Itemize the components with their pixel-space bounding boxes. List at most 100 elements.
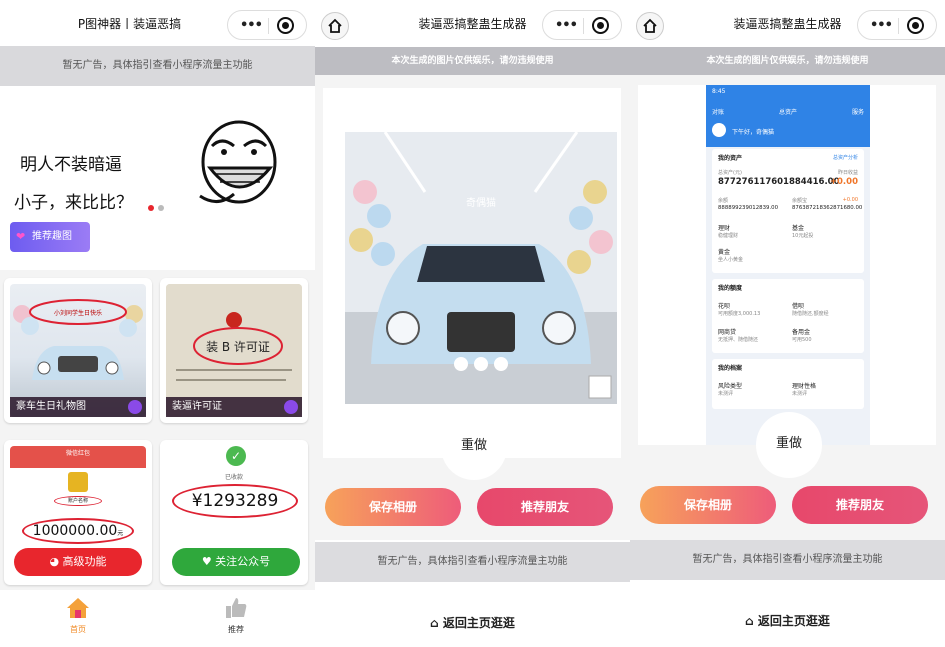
- more-icon[interactable]: •••: [555, 18, 578, 33]
- back-home-link[interactable]: ⌂ 返回主页逛逛: [315, 614, 630, 631]
- close-miniprogram-icon[interactable]: [907, 17, 924, 34]
- huabei-sub: 可用额度3,000.13: [718, 311, 761, 317]
- yesterday-label: 昨日收益: [837, 170, 858, 176]
- edit-icon[interactable]: [128, 400, 142, 414]
- generated-assets-screenshot: 8:45 对账 总资产 服务 下午好，奇偶猫 我的资产 总资产分析 总资产(元)…: [706, 85, 870, 445]
- tab-recommend[interactable]: 推荐: [206, 596, 266, 635]
- capsule-divider: [898, 18, 899, 34]
- check-icon: ✓: [226, 446, 246, 466]
- bottom-tab-bar: 首页 推荐: [0, 592, 315, 647]
- online-loan-sub: 无抵押、随借随还: [718, 337, 759, 343]
- close-miniprogram-icon[interactable]: [277, 17, 294, 34]
- save-to-album-button[interactable]: 保存相册: [640, 486, 776, 524]
- template-card-luxury-car[interactable]: 小刘同学生日快乐 豪车生日礼物图: [4, 278, 152, 423]
- car-photo: 奇偶猫: [345, 132, 617, 404]
- thumbs-up-icon: [226, 598, 247, 618]
- fund-label: 基金: [792, 225, 805, 232]
- template-card-license[interactable]: 装 B 许可证 装逼许可证: [160, 278, 308, 423]
- power-icon: ◕: [49, 555, 63, 568]
- asset-analysis-link: 总资产分析: [832, 155, 858, 161]
- ad-placeholder: 暂无广告，具体指引查看小程序流量主功能: [315, 542, 630, 582]
- mini-program-capsule[interactable]: •••: [227, 10, 307, 40]
- more-icon[interactable]: •••: [870, 18, 893, 33]
- profile-section-title: 我的档案: [718, 365, 743, 372]
- redo-button[interactable]: 重做: [756, 412, 822, 478]
- tab-recommend-label: 推荐: [228, 625, 244, 634]
- total-label: 总资产(元): [718, 170, 742, 176]
- recommend-label: 推荐趣图: [32, 231, 72, 242]
- recommend-friends-button[interactable]: 推荐朋友: [477, 488, 613, 526]
- mini-program-capsule[interactable]: •••: [857, 10, 937, 40]
- huabei-label: 花呗: [718, 303, 731, 310]
- car-result-screen: 装逼恶搞整蛊生成器 ••• 本次生成的图片仅供娱乐，请勿违规使用 奇偶猫 重做 …: [315, 0, 630, 647]
- avatar: [68, 472, 88, 492]
- heart-icon: ♥: [201, 555, 216, 568]
- carousel-dots[interactable]: [148, 196, 168, 215]
- top-bar: P图神器丨装逼恶搞 •••: [0, 0, 315, 48]
- close-miniprogram-icon[interactable]: [592, 17, 609, 34]
- assets-box: 我的资产 总资产分析 总资产(元) 昨日收益 87727611760188441…: [712, 149, 864, 273]
- tab-home-label: 首页: [70, 625, 86, 634]
- back-home-link[interactable]: ⌂ 返回主页逛逛: [630, 612, 945, 629]
- quota-section-title: 我的额度: [718, 285, 743, 292]
- heart-icon: ❤: [16, 230, 26, 243]
- spare-fund-sub: 可用500: [792, 337, 812, 343]
- license-image: 装 B 许可证: [166, 284, 302, 414]
- online-loan-label: 网商贷: [718, 329, 737, 336]
- payment-amount: ¥1293289: [172, 484, 298, 518]
- balance-label: 余额: [718, 198, 729, 204]
- save-to-album-button[interactable]: 保存相册: [325, 488, 461, 526]
- preference-label: 理财性格: [792, 383, 817, 390]
- home-outline-icon: ⌂: [745, 614, 758, 628]
- risk-label: 风险类型: [718, 383, 743, 390]
- status-time: 8:45: [712, 88, 726, 95]
- risk-sub: 未测评: [718, 391, 734, 397]
- home-outline-icon: ⌂: [430, 616, 443, 630]
- tab-home[interactable]: 首页: [48, 596, 108, 635]
- red-packet-header: 微信红包: [10, 446, 146, 468]
- home-screen: P图神器丨装逼恶搞 ••• 暂无广告，具体指引查看小程序流量主功能 明人不装暗逼…: [0, 0, 315, 647]
- wealth-label: 理财: [718, 225, 731, 232]
- mini-program-capsule[interactable]: •••: [542, 10, 622, 40]
- yuebao-gain: +0.00: [842, 197, 858, 203]
- screenshot-help: 服务: [851, 109, 864, 116]
- preference-sub: 未测评: [792, 391, 808, 397]
- assets-result-screen: 装逼恶搞整蛊生成器 ••• 本次生成的图片仅供娱乐，请勿违规使用 8:45 对账…: [630, 0, 945, 647]
- redo-button[interactable]: 重做: [441, 414, 507, 480]
- hero-banner[interactable]: 明人不装暗逼 小子，来比比？: [0, 100, 315, 215]
- disclaimer-notice: 本次生成的图片仅供娱乐，请勿违规使用: [315, 47, 630, 75]
- disclaimer-notice: 本次生成的图片仅供娱乐，请勿违规使用: [630, 47, 945, 75]
- assets-section-title: 我的资产: [718, 155, 743, 162]
- recommend-fun-images-button[interactable]: ❤ 推荐趣图: [10, 222, 90, 252]
- capsule-divider: [268, 18, 269, 34]
- advanced-features-button[interactable]: ◕ 高级功能: [14, 548, 142, 576]
- yesterday-value: +0.00: [829, 177, 858, 187]
- banner-line-2: 小子，来比比？: [14, 193, 133, 213]
- banner-line-1: 明人不装暗逼: [20, 155, 122, 175]
- yuebao-value: 876387218362871680.00: [792, 205, 863, 211]
- top-bar: 装逼恶搞整蛊生成器 •••: [315, 0, 630, 48]
- carousel-dot-active[interactable]: [148, 205, 154, 211]
- generated-image: 奇偶猫: [345, 132, 617, 404]
- ad-placeholder: 暂无广告，具体指引查看小程序流量主功能: [630, 540, 945, 580]
- more-icon[interactable]: •••: [240, 18, 263, 33]
- fund-sub: 10元起投: [792, 233, 814, 239]
- follow-account-button[interactable]: ♥ 关注公众号: [172, 548, 300, 576]
- gold-sub: 坐人小黄金: [718, 257, 744, 263]
- capsule-divider: [583, 18, 584, 34]
- quota-box: 我的额度 花呗 可用额度3,000.13 借呗 随借随还,额度经 网商贷 无抵押…: [712, 279, 864, 353]
- screenshot-title: 总资产: [778, 109, 797, 116]
- screenshot-header: 8:45 对账 总资产 服务 下午好，奇偶猫: [706, 85, 870, 147]
- avatar: [712, 123, 726, 137]
- carousel-dot[interactable]: [158, 205, 164, 211]
- profile-box: 我的档案 风险类型 未测评 理财性格 未测评: [712, 359, 864, 409]
- advanced-label: 高级功能: [62, 555, 107, 568]
- back-home-label: 返回主页逛逛: [757, 614, 830, 628]
- spare-fund-label: 备用金: [792, 329, 811, 336]
- amount-value: 1000000.00: [32, 523, 118, 539]
- troll-face-icon: [199, 120, 277, 204]
- home-icon: [67, 598, 89, 618]
- edit-icon[interactable]: [284, 400, 298, 414]
- amount-unit: 元: [117, 530, 124, 537]
- recommend-friends-button[interactable]: 推荐朋友: [792, 486, 928, 524]
